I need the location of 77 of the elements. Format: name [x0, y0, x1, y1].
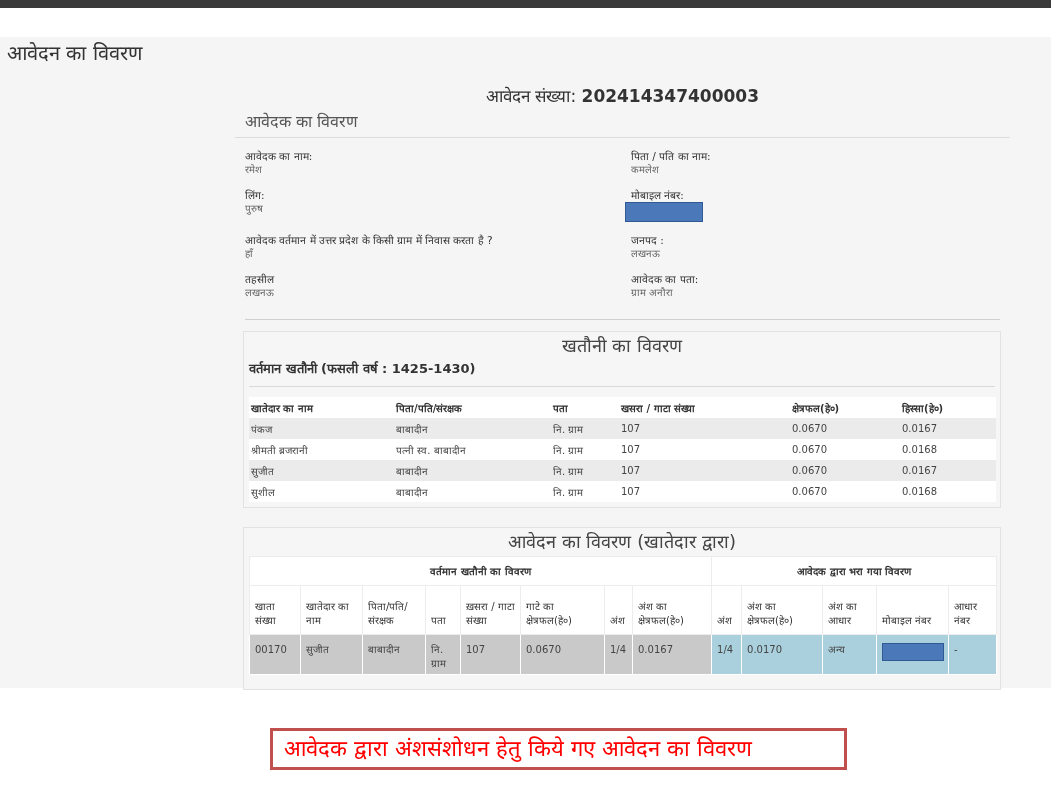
table-cell: 107 — [619, 418, 790, 439]
column-header: आधार नंबर — [948, 585, 997, 635]
table-cell: श्रीमती ब्रजरानी — [249, 439, 394, 460]
field-value: पुरुष — [245, 202, 263, 216]
table-cell: 0.0670 — [790, 481, 900, 502]
table-cell: 0.0670 — [520, 634, 605, 675]
field-value: कमलेश — [631, 163, 659, 177]
card-title: खतौनी का विवरण — [560, 334, 684, 358]
table-cell: - — [948, 634, 997, 675]
column-header: खातेदार का नाम — [249, 397, 394, 418]
field-label: आवेदक का पता: — [631, 272, 699, 286]
table-cell: नि. ग्राम — [551, 460, 619, 481]
field-label: आवेदक वर्तमान में उत्तर प्रदेश के किसी ग्राम में निवास करता है ? — [245, 233, 493, 247]
column-header: खातेदार का नाम — [300, 585, 363, 635]
column-header: अंश — [711, 585, 742, 635]
table-cell: बाबादीन — [394, 460, 551, 481]
column-header: ख़सरा / गाटा संख्या — [460, 585, 521, 635]
field-label: जनपद : — [631, 233, 664, 247]
table-cell: अन्य — [822, 634, 877, 675]
table-cell: 0.0168 — [900, 439, 996, 460]
table-cell: 0.0170 — [741, 634, 823, 675]
table-cell: नि. ग्राम — [551, 418, 619, 439]
table-cell: 107 — [460, 634, 521, 675]
column-header: अंश का क्षेत्रफल(हे०) — [741, 585, 823, 635]
section-heading: आवेदक का विवरण — [235, 112, 1010, 138]
table-cell: 0.0167 — [900, 418, 996, 439]
application-number: आवेदन संख्या: 202414347400003 — [486, 85, 759, 107]
page-title: आवेदन का विवरण — [6, 40, 142, 66]
column-header: खसरा / गाटा संख्या — [619, 397, 790, 418]
column-header: पिता/पति/संरक्षक — [362, 585, 426, 635]
column-header: हिस्सा(हे०) — [900, 397, 996, 418]
column-header: पिता/पति/संरक्षक — [394, 397, 551, 418]
column-header: गाटे का क्षेत्रफल(हे०) — [520, 585, 605, 635]
field-value: हाँ — [245, 247, 253, 261]
field-value: लखनऊ — [631, 247, 660, 261]
table-cell: 0.0670 — [790, 460, 900, 481]
column-header: अंश — [604, 585, 633, 635]
table-cell: 0.0167 — [632, 634, 712, 675]
redacted-block — [882, 643, 945, 661]
table-cell: सुजीत — [249, 460, 394, 481]
column-header: खाता संख्या — [249, 585, 301, 635]
table-cell: 107 — [619, 439, 790, 460]
table-cell: सुशील — [249, 481, 394, 502]
table-cell: बाबादीन — [394, 481, 551, 502]
column-header: अंश का क्षेत्रफल(हे०) — [632, 585, 712, 635]
column-header: पता — [425, 585, 461, 635]
table-cell: नि. ग्राम — [551, 481, 619, 502]
table-cell: नि. ग्राम — [551, 439, 619, 460]
table-cell: 0.0168 — [900, 481, 996, 502]
column-group-header: आवेदक द्वारा भरा गया विवरण — [711, 556, 997, 586]
field-label: लिंग: — [245, 188, 265, 202]
column-group-header: वर्तमान खतौनी का विवरण — [249, 556, 712, 586]
table-cell: बाबादीन — [394, 418, 551, 439]
table-cell: 0.0670 — [790, 439, 900, 460]
field-value: लखनऊ — [245, 286, 274, 300]
table-cell: 00170 — [249, 634, 301, 675]
field-value: रमेश — [245, 163, 262, 177]
card-title: आवेदन का विवरण (खातेदार द्वारा) — [507, 530, 737, 554]
table-cell: 0.0670 — [790, 418, 900, 439]
table-cell: 0.0167 — [900, 460, 996, 481]
column-header: मोबाइल नंबर — [876, 585, 949, 635]
column-header: पता — [551, 397, 619, 418]
caption-box: आवेदक द्वारा अंशसंशोधन हेतु किये गए आवेदन का विवरण — [270, 728, 847, 770]
field-label: मोबाइल नंबर: — [631, 188, 684, 202]
table-cell: पत्नी स्व. बाबादीन — [394, 439, 551, 460]
column-header: अंश का आधार — [822, 585, 877, 635]
table-cell: 107 — [619, 460, 790, 481]
field-label: आवेदक का नाम: — [245, 149, 313, 163]
field-label: पिता / पति का नाम: — [631, 149, 711, 163]
table-cell: पंकज — [249, 418, 394, 439]
table-caption: वर्तमान खतौनी (फसली वर्ष : 1425-1430) — [249, 360, 476, 378]
table-cell: 107 — [619, 481, 790, 502]
table-cell: बाबादीन — [362, 634, 426, 675]
field-value: ग्राम अनौरा — [631, 286, 674, 300]
column-header: क्षेत्रफल(हे०) — [790, 397, 900, 418]
table-cell: सुजीत — [300, 634, 363, 675]
field-label: तहसील — [245, 272, 274, 286]
